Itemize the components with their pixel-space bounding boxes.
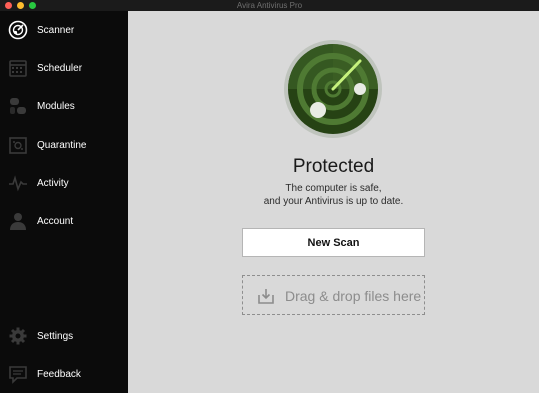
quarantine-icon — [8, 135, 28, 155]
sidebar-item-label: Scanner — [37, 24, 75, 36]
new-scan-button[interactable]: New Scan — [242, 228, 425, 257]
status-message-line-2: and your Antivirus is up to date. — [263, 196, 404, 207]
sidebar-item-quarantine[interactable]: Quarantine — [0, 130, 128, 160]
protection-status-title: Protected — [292, 156, 375, 177]
sidebar-item-account[interactable]: Account — [0, 206, 128, 236]
main-panel: Protected The computer is safe, and your… — [128, 11, 539, 393]
sidebar-item-label: Modules — [37, 100, 75, 112]
sidebar-item-label: Quarantine — [37, 139, 87, 151]
sidebar-item-modules[interactable]: Modules — [0, 91, 128, 121]
feedback-icon — [8, 364, 28, 384]
drag-drop-label: Drag & drop files here — [285, 288, 422, 304]
sidebar-item-activity[interactable]: Activity — [0, 168, 128, 198]
modules-icon — [8, 96, 28, 116]
sidebar-item-feedback[interactable]: Feedback — [0, 359, 128, 389]
sidebar-item-scheduler[interactable]: Scheduler — [0, 53, 128, 83]
scanner-icon — [8, 20, 28, 40]
sidebar-item-label: Settings — [37, 330, 74, 342]
drag-drop-zone[interactable]: Drag & drop files here — [242, 275, 425, 315]
sidebar-item-label: Scheduler — [37, 62, 83, 74]
title-bar: Avira Antivirus Pro — [0, 0, 539, 11]
download-tray-icon — [257, 287, 275, 305]
activity-icon — [8, 173, 28, 193]
radar-status-icon — [283, 39, 383, 139]
sidebar-item-label: Activity — [37, 177, 69, 189]
calendar-icon — [8, 58, 28, 78]
sidebar-item-label: Account — [37, 215, 74, 227]
sidebar: Scanner Scheduler Modules Quarantine Act… — [0, 11, 128, 393]
gear-icon — [8, 326, 28, 346]
account-icon — [8, 211, 28, 231]
window-title: Avira Antivirus Pro — [236, 1, 303, 10]
sidebar-item-label: Feedback — [37, 368, 81, 380]
sidebar-item-scanner[interactable]: Scanner — [0, 15, 128, 45]
sidebar-item-settings[interactable]: Settings — [0, 321, 128, 351]
status-message-line-1: The computer is safe, — [285, 183, 382, 194]
